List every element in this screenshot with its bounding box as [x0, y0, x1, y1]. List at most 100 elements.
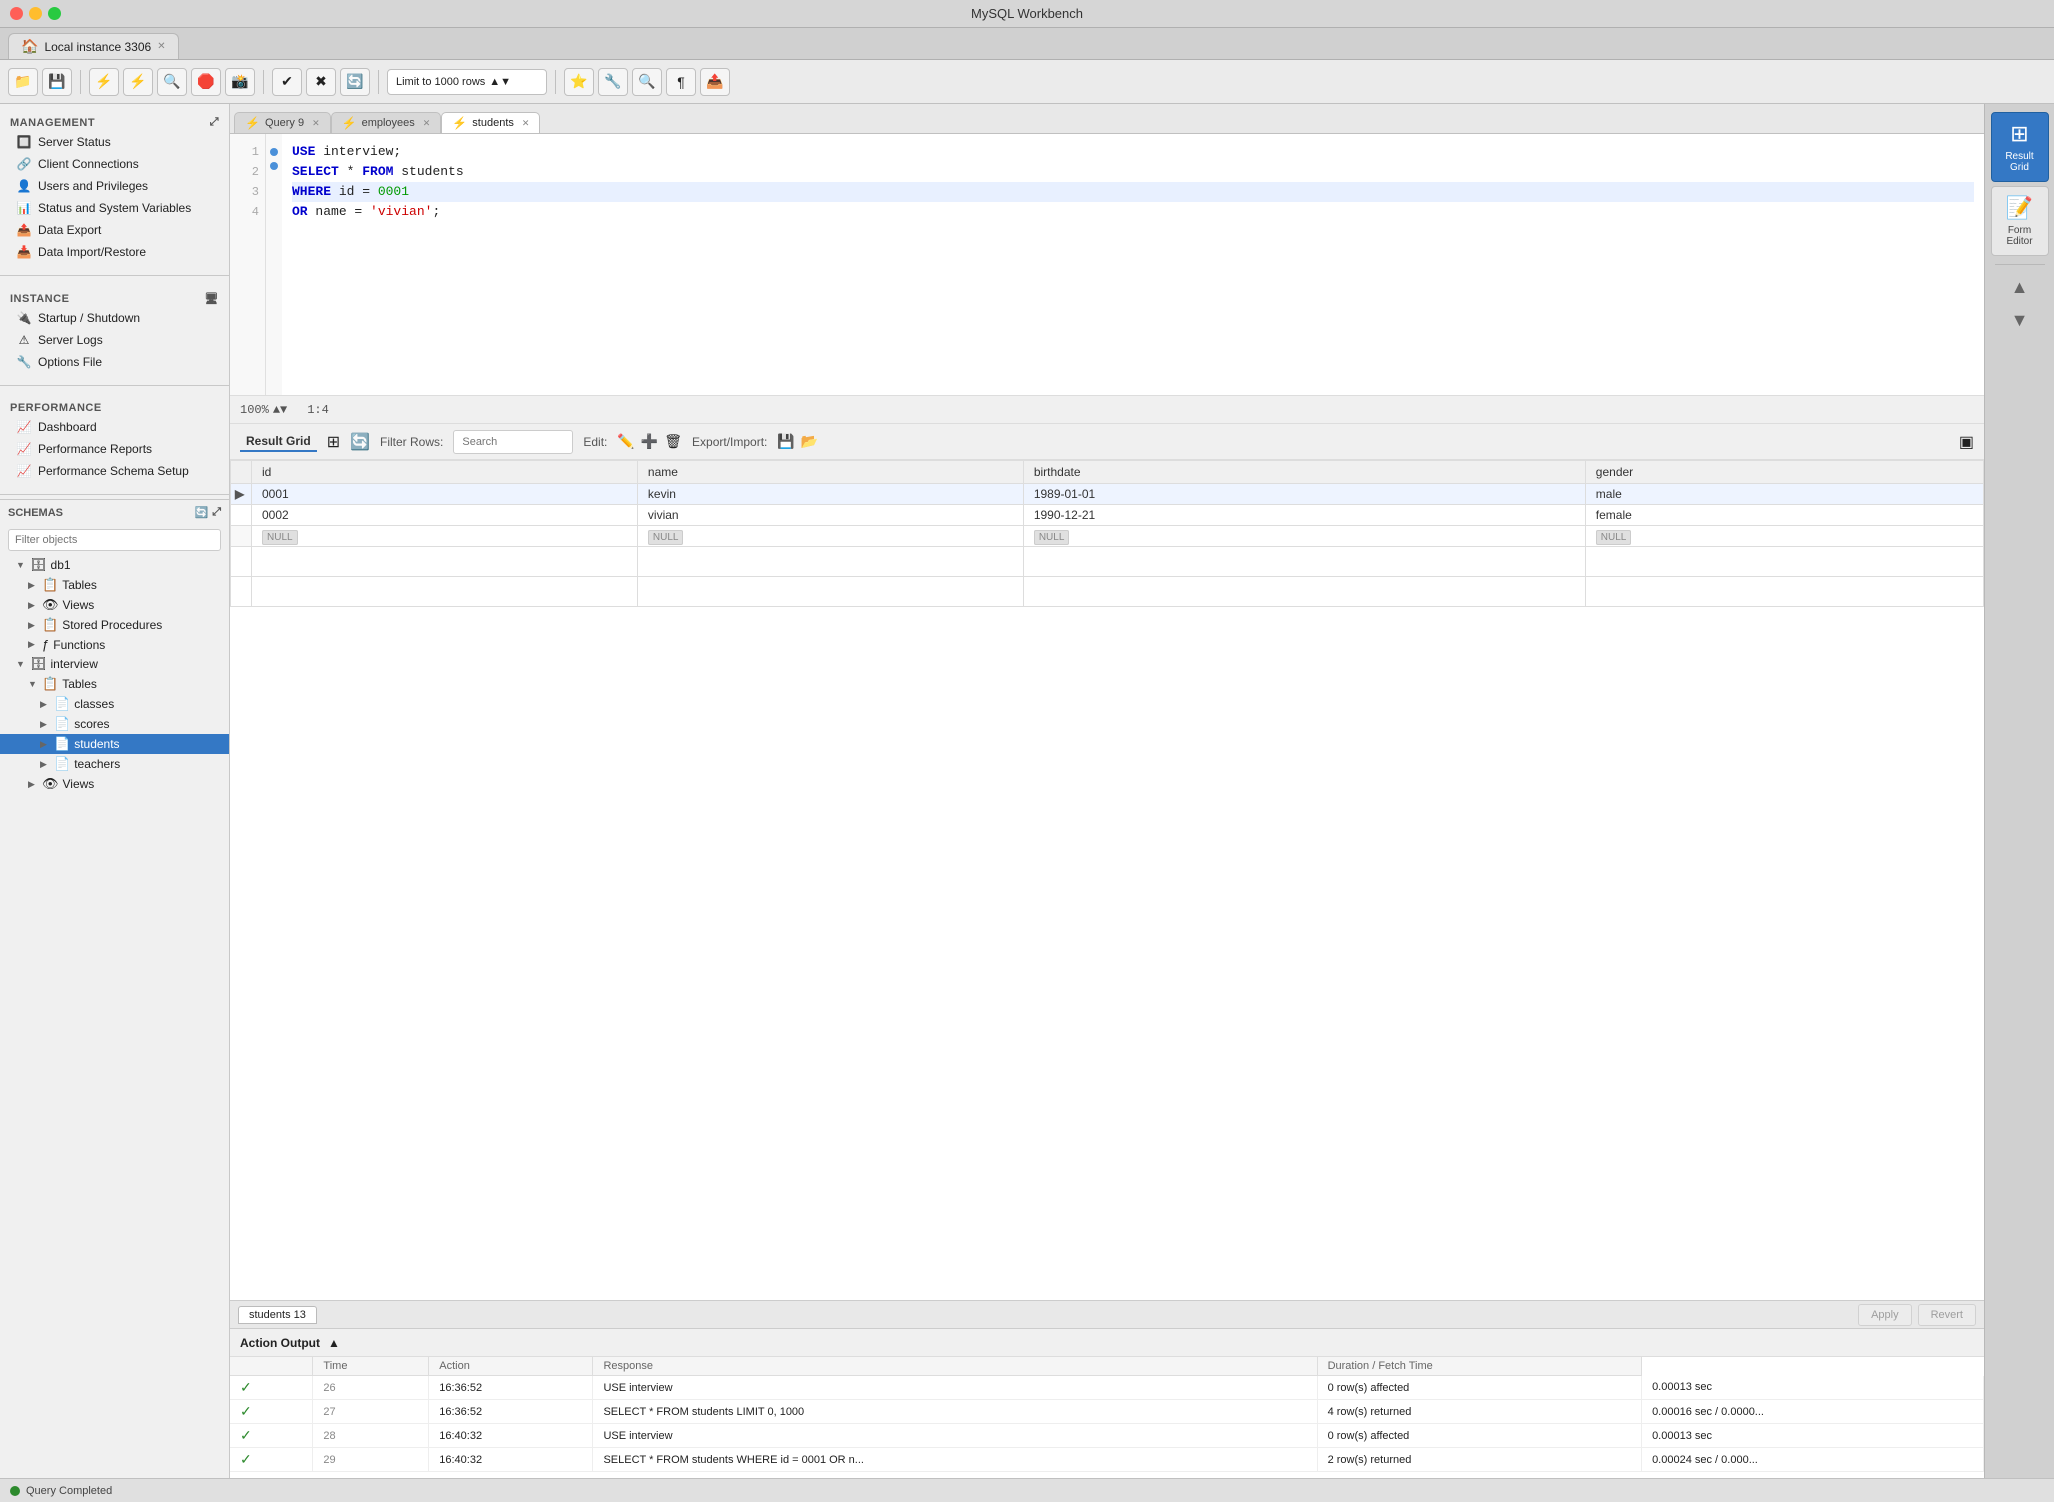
grid-view-icon[interactable]: ⊞	[327, 432, 340, 452]
schema-table-classes[interactable]: ▶ 📄 classes	[0, 694, 229, 714]
schema-table-teachers[interactable]: ▶ 📄 teachers	[0, 754, 229, 774]
sidebar-item-perf-schema[interactable]: 📈 Performance Schema Setup	[0, 460, 229, 482]
db1-chevron: ▼	[16, 560, 26, 570]
right-panel-up-arrow[interactable]: ▲	[2007, 273, 2033, 302]
schemas-refresh-icon[interactable]: 🔄	[194, 506, 208, 519]
management-expand-icon[interactable]: ⤢	[210, 116, 219, 129]
export-button[interactable]: 📤	[700, 68, 730, 96]
sidebar-item-server-status[interactable]: 🔲 Server Status	[0, 131, 229, 153]
instance-tab[interactable]: 🏠 Local instance 3306 ✕	[8, 33, 179, 59]
main-layout: MANAGEMENT ⤢ 🔲 Server Status 🔗 Client Co…	[0, 104, 2054, 1478]
filter-input[interactable]	[8, 529, 221, 551]
filter-search-input[interactable]	[453, 430, 573, 454]
open-folder-button[interactable]: 📁	[8, 68, 38, 96]
schema-interview[interactable]: ▼ 🗄 interview	[0, 654, 229, 674]
sidebar-item-server-logs[interactable]: ⚠ Server Logs	[0, 329, 229, 351]
row-27-duration: 0.00016 sec / 0.0000...	[1642, 1400, 1984, 1424]
instance-tab-close[interactable]: ✕	[157, 41, 165, 52]
execute-selected-button[interactable]: ⚡	[123, 68, 153, 96]
rollback-button[interactable]: ✖	[306, 68, 336, 96]
query-tab-employees[interactable]: ⚡ employees ✕	[331, 112, 442, 133]
result-grid-panel-btn[interactable]: ⊞ ResultGrid	[1991, 112, 2049, 182]
management-section: MANAGEMENT ⤢ 🔲 Server Status 🔗 Client Co…	[0, 104, 229, 271]
maximize-window-button[interactable]	[48, 7, 61, 20]
commit-button[interactable]: ✔	[272, 68, 302, 96]
schema-table-scores[interactable]: ▶ 📄 scores	[0, 714, 229, 734]
sidebar-item-status-variables[interactable]: 📊 Status and System Variables	[0, 197, 229, 219]
form-editor-panel-btn[interactable]: 📝 FormEditor	[1991, 186, 2049, 256]
status-ok-29: ✓	[240, 1451, 252, 1467]
classes-chevron: ▶	[40, 699, 50, 710]
sidebar-item-perf-reports[interactable]: 📈 Performance Reports	[0, 438, 229, 460]
execute-button[interactable]: ⚡	[89, 68, 119, 96]
action-row-29[interactable]: ✓ 29 16:40:32 SELECT * FROM students WHE…	[230, 1448, 1984, 1472]
action-row-26[interactable]: ✓ 26 16:36:52 USE interview 0 row(s) aff…	[230, 1376, 1984, 1400]
apply-button[interactable]: Apply	[1858, 1304, 1912, 1326]
main-toolbar: 📁 💾 ⚡ ⚡ 🔍 🛑 📸 ✔ ✖ 🔄 Limit to 1000 rows ▲…	[0, 60, 2054, 104]
sql-code[interactable]: USE interview; SELECT * FROM students WH…	[282, 134, 1984, 395]
sql-line-3: WHERE id = 0001	[292, 182, 1974, 202]
save-button[interactable]: 💾	[42, 68, 72, 96]
action-output: Action Output ▲ Time Action Response Dur…	[230, 1328, 1984, 1478]
export-icon[interactable]: 💾	[777, 433, 794, 450]
line-dot-1	[270, 148, 278, 156]
schema-db1[interactable]: ▼ 🗄 db1	[0, 555, 229, 575]
result-grid-tab[interactable]: Result Grid	[240, 432, 317, 452]
delete-row-icon[interactable]: 🗑	[664, 433, 682, 450]
status-variables-label: Status and System Variables	[38, 201, 191, 215]
result-row-0002[interactable]: 0002 vivian 1990-12-21 female	[231, 505, 1984, 526]
magic-button[interactable]: 🔧	[598, 68, 628, 96]
schema-table-students[interactable]: ▶ 📄 students	[0, 734, 229, 754]
sidebar-item-data-import[interactable]: 📥 Data Import/Restore	[0, 241, 229, 263]
query9-close[interactable]: ✕	[312, 118, 320, 129]
interview-views-icon: 👁	[42, 776, 59, 792]
sql-editor-content[interactable]: 1 2 3 4 USE interview; SELECT * FROM stu…	[230, 134, 1984, 395]
edit-pencil-icon[interactable]: ✏️	[617, 433, 634, 450]
stop-button[interactable]: 🛑	[191, 68, 221, 96]
snapshot-button[interactable]: 📸	[225, 68, 255, 96]
panel-toggle-icon[interactable]: ▣	[1959, 432, 1974, 452]
minimize-window-button[interactable]	[29, 7, 42, 20]
action-output-chevron[interactable]: ▲	[328, 1336, 340, 1350]
import-icon[interactable]: 📂	[801, 433, 818, 450]
explain-button[interactable]: 🔍	[157, 68, 187, 96]
sidebar-item-users-privileges[interactable]: 👤 Users and Privileges	[0, 175, 229, 197]
query-tab-query9[interactable]: ⚡ Query 9 ✕	[234, 112, 331, 133]
action-row-28[interactable]: ✓ 28 16:40:32 USE interview 0 row(s) aff…	[230, 1424, 1984, 1448]
sidebar-item-data-export[interactable]: 📤 Data Export	[0, 219, 229, 241]
perf-schema-icon: 📈	[16, 463, 32, 479]
limit-rows-select[interactable]: Limit to 1000 rows ▲▼	[387, 69, 547, 95]
perf-schema-label: Performance Schema Setup	[38, 464, 189, 478]
schema-db1-tables[interactable]: ▶ 📋 Tables	[0, 575, 229, 595]
sidebar-item-startup-shutdown[interactable]: 🔌 Startup / Shutdown	[0, 307, 229, 329]
result-row-null[interactable]: NULL NULL NULL NULL	[231, 526, 1984, 547]
right-panel-down-arrow[interactable]: ▼	[2007, 306, 2033, 335]
schema-db1-views[interactable]: ▶ 👁 Views	[0, 595, 229, 615]
schema-interview-views[interactable]: ▶ 👁 Views	[0, 774, 229, 794]
find-button[interactable]: ¶	[666, 68, 696, 96]
zoom-control[interactable]: 100% ▲▼	[240, 403, 287, 417]
close-window-button[interactable]	[10, 7, 23, 20]
schemas-expand-icon[interactable]: ⤢	[212, 506, 221, 519]
schema-db1-functions[interactable]: ▶ ƒ Functions	[0, 635, 229, 654]
result-row-0001[interactable]: ▶ 0001 kevin 1989-01-01 male	[231, 484, 1984, 505]
revert-button[interactable]: Revert	[1918, 1304, 1976, 1326]
add-row-icon[interactable]: ➕	[641, 433, 658, 450]
auto-commit-button[interactable]: 🔄	[340, 68, 370, 96]
sidebar-item-dashboard[interactable]: 📈 Dashboard	[0, 416, 229, 438]
bookmark-button[interactable]: ⭐	[564, 68, 594, 96]
students-tab-close[interactable]: ✕	[522, 118, 530, 129]
schema-db1-stored-procs[interactable]: ▶ 📋 Stored Procedures	[0, 615, 229, 635]
toolbar-separator-4	[555, 70, 556, 94]
action-row-27[interactable]: ✓ 27 16:36:52 SELECT * FROM students LIM…	[230, 1400, 1984, 1424]
query-tab-students[interactable]: ⚡ students ✕	[441, 112, 540, 133]
schema-interview-tables[interactable]: ▼ 📋 Tables	[0, 674, 229, 694]
sidebar-item-client-connections[interactable]: 🔗 Client Connections	[0, 153, 229, 175]
instance-header: INSTANCE 🖥	[0, 288, 229, 307]
refresh-icon[interactable]: 🔄	[350, 432, 370, 452]
sidebar-item-options-file[interactable]: 🔧 Options File	[0, 351, 229, 373]
startup-icon: 🔌	[16, 310, 32, 326]
students-tab-bottom[interactable]: students 13	[238, 1306, 317, 1324]
employees-close[interactable]: ✕	[423, 118, 431, 129]
search-button[interactable]: 🔍	[632, 68, 662, 96]
